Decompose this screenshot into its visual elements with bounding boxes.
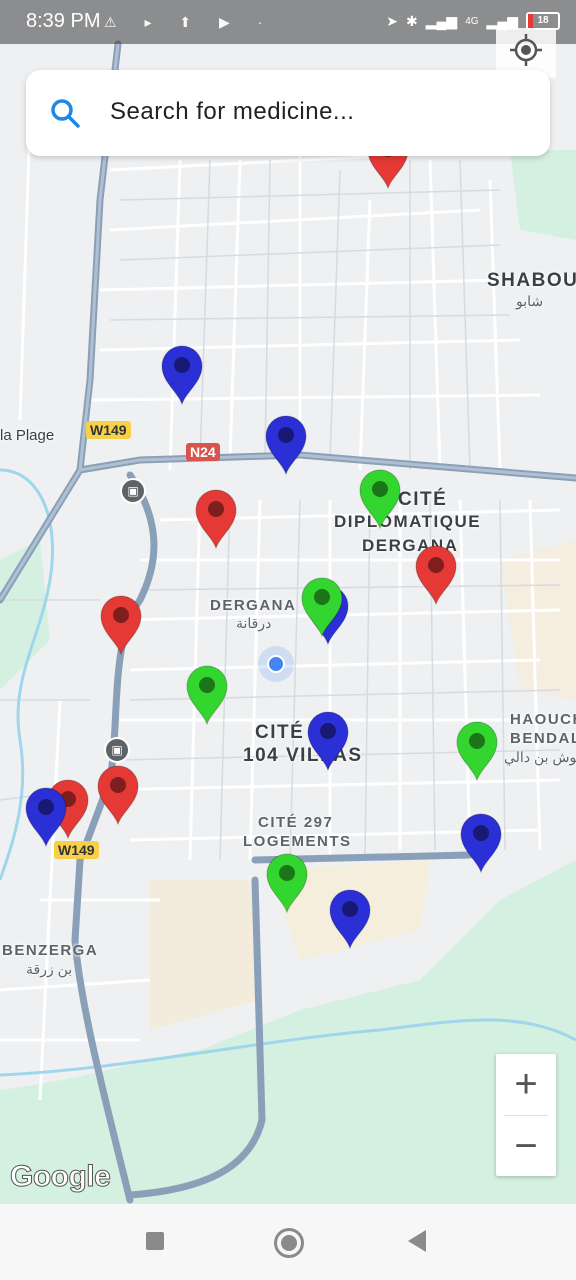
pharmacy-marker-red[interactable] [412,542,460,606]
label-cite-297-1: CITÉ 297 [258,814,334,831]
label-haouch-1: HAOUCH [510,711,576,728]
back-button[interactable] [408,1230,426,1252]
label-cite-297-2: LOGEMENTS [243,833,352,850]
label-benzerga-ar: بن زرقة [26,961,73,977]
signal-icon: ▂▄▆ [425,12,458,29]
search-icon [51,99,80,128]
network-type: 4G [465,15,479,27]
pharmacy-marker-blue[interactable] [158,342,206,406]
pharmacy-marker-blue[interactable] [262,412,310,476]
pharmacy-marker-red[interactable] [97,592,145,656]
label-benzerga: BENZERGA [2,942,99,959]
label-dergana-ar: درقانة [236,615,272,631]
signal-icon: ▂▄▆ [486,12,518,29]
pharmacy-marker-green[interactable] [183,662,231,726]
pharmacy-marker-blue[interactable] [326,886,374,950]
pharmacy-marker-red[interactable] [192,486,240,550]
android-nav-bar [0,1204,576,1280]
label-cite-diplo-1: CITÉ [398,489,448,510]
zoom-controls: + − [496,1054,556,1176]
map-view[interactable]: SHABOU شابو la Plage CITÉ DIPLOMATIQUE D… [0,0,576,1204]
label-dergana: DERGANA [210,597,297,614]
pharmacy-marker-green[interactable] [298,574,346,638]
pharmacy-marker-green[interactable] [356,466,404,530]
bus-stop-icon[interactable]: ▣ [120,478,146,504]
home-button[interactable] [274,1228,304,1258]
my-location-dot [258,646,294,682]
recents-button[interactable] [146,1232,164,1250]
status-time: 8:39 PM [26,10,101,32]
label-shabou-ar: شابو [516,293,544,309]
search-bar[interactable]: Search for medicine... [26,70,550,156]
label-haouch-ar: حوش بن دالي [504,749,576,765]
pharmacy-marker-red[interactable] [94,762,142,826]
zoom-in-button[interactable]: + [496,1054,556,1114]
label-haouch-2: BENDAL [510,730,576,747]
google-logo: Google [9,1160,111,1194]
pharmacy-marker-blue[interactable] [304,708,352,772]
road-shield-w149: W149 [86,421,131,439]
label-cite-104-1: CITÉ [255,722,305,743]
zoom-out-button[interactable]: − [496,1116,556,1176]
search-input[interactable]: Search for medicine... [110,98,354,126]
status-bar: 8:39 PM ⚠ ▸ ⬆ ▶ · ➤ ✱ ▂▄▆ 4G ▂▄▆ 18 [0,0,576,44]
pharmacy-marker-blue[interactable] [457,810,505,874]
road-shield-n24: N24 [186,443,220,461]
label-shabou: SHABOU [487,270,576,291]
label-la-plage: la Plage [0,427,55,444]
bus-stop-icon[interactable]: ▣ [104,737,130,763]
bluetooth-icon: ✱ [406,12,418,29]
notification-icons: ⚠ ▸ ⬆ ▶ · [104,14,275,30]
battery-level: 18 [537,15,549,26]
pharmacy-marker-green[interactable] [263,850,311,914]
pharmacy-marker-blue[interactable] [22,784,70,848]
pharmacy-marker-green[interactable] [453,718,501,782]
location-arrow-icon: ➤ [386,12,399,29]
